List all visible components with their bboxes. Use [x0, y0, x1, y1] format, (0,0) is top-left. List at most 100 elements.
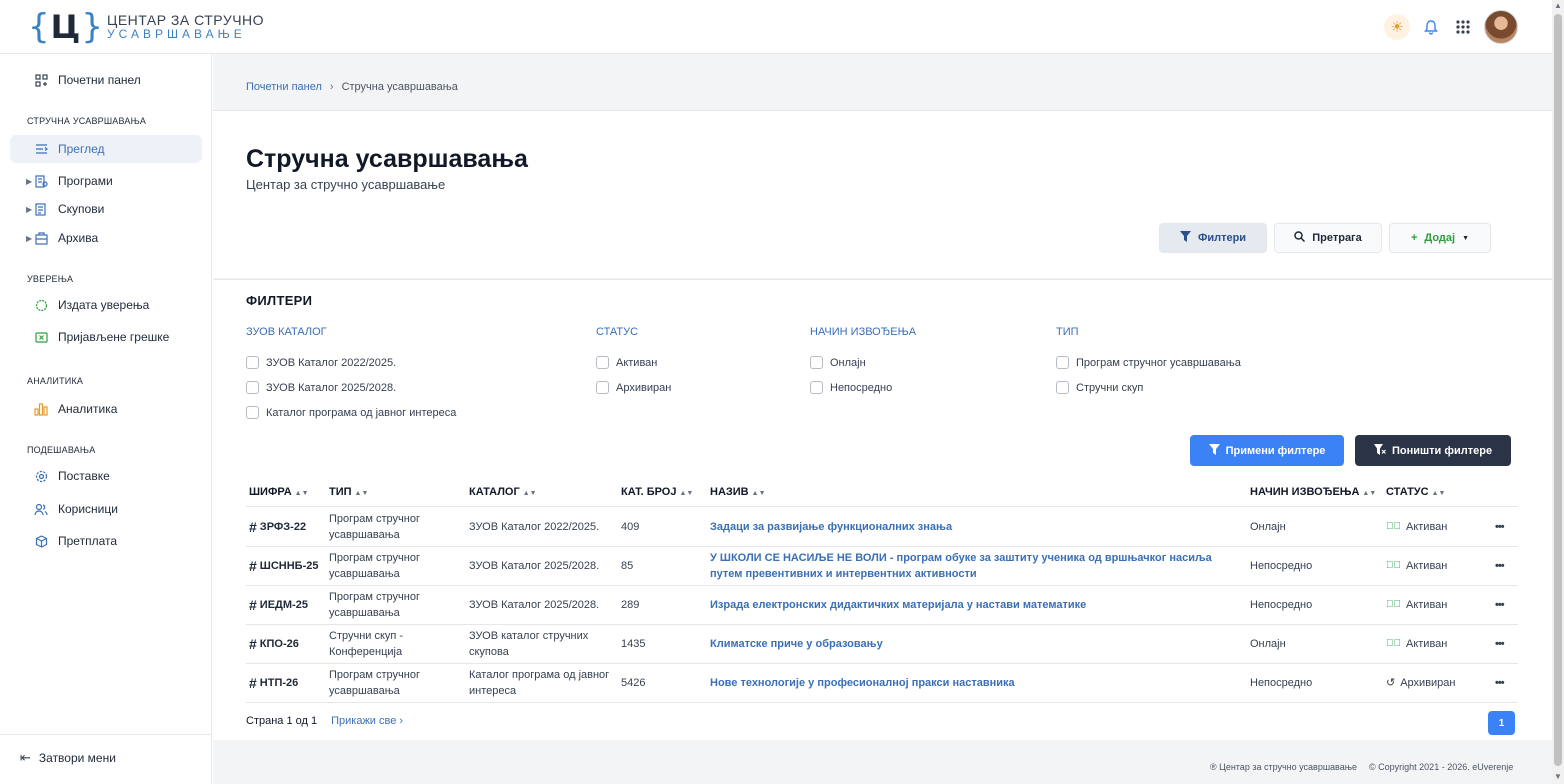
user-avatar[interactable]	[1484, 10, 1518, 44]
filter-option[interactable]: Каталог програма од јавног интереса	[246, 400, 456, 425]
brand-logo[interactable]: { Ц } ЦЕНТАР ЗА СТРУЧНО УСАВРШАВАЊЕ	[28, 6, 264, 48]
checkbox[interactable]	[246, 406, 259, 419]
checkbox[interactable]	[596, 381, 609, 394]
filters-button[interactable]: Филтери	[1159, 223, 1267, 253]
theme-toggle-sun-icon[interactable]: ☀	[1384, 14, 1410, 40]
row-name-link[interactable]: Нове технологије у професионалној пракси…	[710, 663, 1240, 702]
sidebar-item-label: Пријављене грешке	[58, 330, 170, 344]
row-actions-menu-icon[interactable]: •••	[1495, 663, 1505, 702]
table-row[interactable]: # НТП-26 Програм стручног усавршавања Кат…	[246, 663, 1518, 702]
row-actions-menu-icon[interactable]: •••	[1495, 624, 1505, 663]
checkbox[interactable]	[810, 356, 823, 369]
collapse-left-icon: ⇤	[20, 750, 31, 765]
sidebar-item-label: Архива	[58, 231, 99, 245]
status-badge: ✓⃝ Активан	[1386, 559, 1448, 572]
row-name-link[interactable]: Климатске приче у образовању	[710, 624, 1240, 663]
sidebar-item-issued-certificates[interactable]: Издата уверења	[10, 291, 202, 319]
caret-right-icon: ▶	[26, 204, 33, 214]
row-type: Програм стручног усавршавања	[329, 512, 420, 541]
row-actions-menu-icon[interactable]: •••	[1495, 585, 1505, 624]
brand-line-1: ЦЕНТАР ЗА СТРУЧНО	[106, 11, 265, 28]
sidebar-item-subscription[interactable]: Претплата	[10, 527, 202, 555]
page-1-button[interactable]: 1	[1488, 711, 1515, 735]
row-code: # КПО-26	[249, 635, 299, 652]
sidebar-item-gatherings[interactable]: ▶ Скупови	[10, 195, 202, 223]
vertical-scrollbar[interactable]: ▲ ▼	[1552, 0, 1564, 784]
sidebar-item-programs[interactable]: ▶ Програми	[10, 167, 202, 195]
page-header-card: Стручна усавршавања Центар за стручно ус…	[213, 110, 1552, 278]
sidebar-item-archive[interactable]: ▶ Архива	[10, 224, 202, 252]
sort-icon: ▲▼	[751, 490, 766, 497]
filter-option-label: Активан	[616, 356, 658, 369]
show-all-link[interactable]: Прикажи све ›	[331, 715, 403, 727]
row-name-link[interactable]: У ШКОЛИ СЕ НАСИЉЕ НЕ ВОЛИ - програм обук…	[710, 546, 1240, 585]
sidebar-item-label: Аналитика	[58, 402, 118, 416]
filter-group-title: ЗУОВ КАТАЛОГ	[246, 326, 327, 338]
checkbox[interactable]	[1056, 381, 1069, 394]
row-cat-number: 85	[621, 559, 634, 572]
row-actions-menu-icon[interactable]: •••	[1495, 546, 1505, 585]
filter-option[interactable]: Архивиран	[596, 375, 671, 400]
sidebar-item-dashboard[interactable]: Почетни панел	[10, 66, 202, 94]
row-actions-menu-icon[interactable]: •••	[1495, 507, 1505, 546]
column-header-status[interactable]: СТАТУС ▲▼	[1386, 486, 1445, 498]
sidebar-item-analytics[interactable]: Аналитика	[10, 395, 202, 423]
column-header-cat-number[interactable]: КАТ. БРОЈ ▲▼	[621, 486, 693, 498]
scroll-up-arrow-icon[interactable]: ▲	[1554, 1, 1562, 10]
row-name-link[interactable]: Израда електронских дидактичких материја…	[710, 585, 1240, 624]
apps-grid-icon[interactable]	[1452, 16, 1474, 38]
checkbox[interactable]	[810, 381, 823, 394]
close-menu-label: Затвори мени	[38, 751, 116, 765]
filter-option[interactable]: Онлајн	[810, 350, 916, 375]
sidebar-item-label: Скупови	[58, 202, 105, 216]
row-catalog: ЗУОВ Каталог 2025/2028.	[469, 598, 600, 611]
filter-group-title: СТАТУС	[596, 326, 639, 338]
table-row[interactable]: # ИЕДМ-25 Програм стручног усавршавања ЗУ…	[246, 585, 1518, 624]
hash-icon: #	[249, 596, 257, 613]
copyright-icon: ©	[1369, 762, 1376, 772]
filter-option[interactable]: Стручни скуп	[1056, 375, 1241, 400]
checkbox[interactable]	[246, 356, 259, 369]
column-header-delivery-mode[interactable]: НАЧИН ИЗВОЂЕЊА ▲▼	[1250, 486, 1376, 498]
row-code: # ШСННБ-25	[249, 557, 319, 574]
row-code: # НТП-26	[249, 674, 299, 691]
sidebar-item-users[interactable]: Корисници	[10, 495, 202, 523]
column-header-name[interactable]: НАЗИВ ▲▼	[710, 486, 766, 498]
column-header-catalog[interactable]: КАТАЛОГ ▲▼	[469, 486, 537, 498]
apply-filters-button[interactable]: Примени филтере	[1190, 435, 1344, 466]
table-row[interactable]: # ШСННБ-25 Програм стручног усавршавања З…	[246, 546, 1518, 585]
sidebar-item-settings[interactable]: Поставке	[10, 462, 202, 490]
box-icon	[34, 534, 48, 548]
search-button[interactable]: Претрага	[1274, 223, 1382, 253]
certificate-badge-icon	[34, 298, 48, 312]
filter-option[interactable]: ЗУОВ Каталог 2025/2028.	[246, 375, 456, 400]
add-button[interactable]: + Додај ▼	[1389, 223, 1491, 253]
sidebar-section-title: АНАЛИТИКА	[27, 376, 84, 386]
column-header-code[interactable]: ШИФРА ▲▼	[249, 486, 309, 498]
checkbox[interactable]	[1056, 356, 1069, 369]
checkbox[interactable]	[596, 356, 609, 369]
checkbox[interactable]	[246, 381, 259, 394]
scrollbar-thumb[interactable]	[1554, 14, 1562, 766]
status-badge: ✓⃝ Активан	[1386, 598, 1448, 611]
filter-option[interactable]: Програм стручног усавршавања	[1056, 350, 1241, 375]
close-menu-button[interactable]: ⇤ Затвори мени	[20, 750, 116, 766]
breadcrumb-home-link[interactable]: Почетни панел	[246, 81, 322, 93]
apply-filters-label: Примени филтере	[1225, 444, 1326, 457]
scroll-down-arrow-icon[interactable]: ▼	[1554, 772, 1562, 781]
reset-filters-button[interactable]: Поништи филтере	[1355, 435, 1511, 466]
filter-option[interactable]: Непосредно	[810, 375, 916, 400]
sort-icon: ▲▼	[354, 490, 369, 497]
filter-group-title: НАЧИН ИЗВОЂЕЊА	[810, 326, 917, 338]
filter-option[interactable]: Активан	[596, 350, 671, 375]
users-icon	[34, 502, 48, 516]
sidebar-item-reported-errors[interactable]: Пријављене грешке	[10, 323, 202, 351]
filter-option[interactable]: ЗУОВ Каталог 2022/2025.	[246, 350, 456, 375]
column-header-type[interactable]: ТИП ▲▼	[329, 486, 368, 498]
notifications-bell-icon[interactable]	[1420, 16, 1442, 38]
table-row[interactable]: # ЗРФЗ-22 Програм стручног усавршавања ЗУ…	[246, 507, 1518, 546]
table-row[interactable]: # КПО-26 Стручни скуп - Конференција ЗУОВ…	[246, 624, 1518, 663]
sidebar-item-overview[interactable]: Преглед	[10, 135, 202, 163]
row-cat-number: 289	[621, 598, 640, 611]
row-name-link[interactable]: Задаци за развијање функционалних знања	[710, 507, 1240, 546]
